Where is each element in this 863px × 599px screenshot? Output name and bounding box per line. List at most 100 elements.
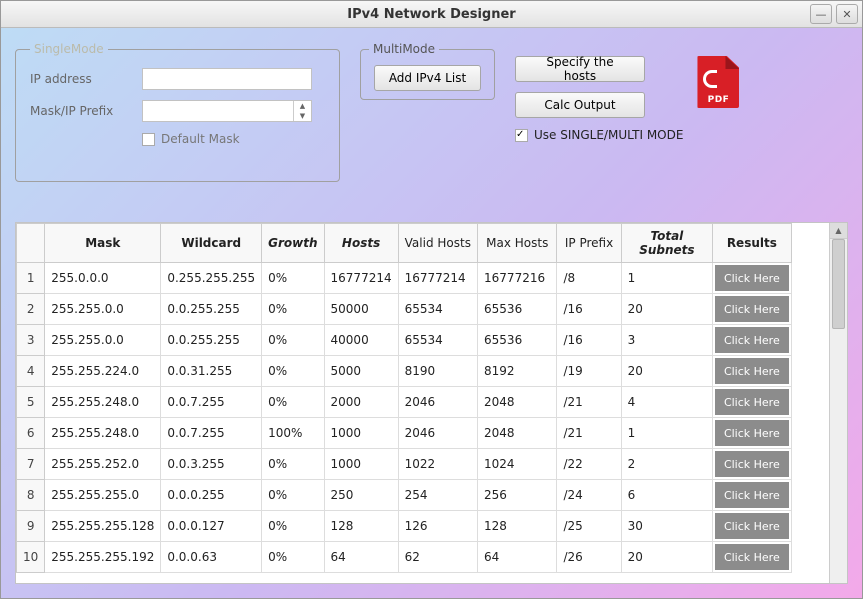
default-mask-checkbox[interactable] (142, 133, 155, 146)
window-title: IPv4 Network Designer (347, 7, 515, 22)
cell-valid-hosts: 62 (398, 542, 477, 573)
cell-valid-hosts: 1022 (398, 449, 477, 480)
click-here-button[interactable]: Click Here (715, 420, 788, 446)
row-number: 9 (17, 511, 45, 542)
cell-wildcard: 0.0.7.255 (161, 387, 262, 418)
cell-growth: 0% (262, 356, 324, 387)
specify-hosts-button[interactable]: Specify the hosts (515, 56, 645, 82)
cell-mask: 255.255.248.0 (45, 387, 161, 418)
col-results[interactable]: Results (713, 224, 791, 263)
cell-hosts: 128 (324, 511, 398, 542)
table-row[interactable]: 3255.255.0.00.0.255.2550%400006553465536… (17, 325, 829, 356)
col-mask[interactable]: Mask (45, 224, 161, 263)
cell-ip-prefix: /8 (557, 263, 621, 294)
click-here-button[interactable]: Click Here (715, 544, 788, 570)
col-hosts[interactable]: Hosts (324, 224, 398, 263)
titlebar: IPv4 Network Designer — ✕ (1, 1, 862, 28)
cell-wildcard: 0.0.7.255 (161, 418, 262, 449)
default-mask-label: Default Mask (161, 132, 240, 146)
table-row[interactable]: 10255.255.255.1920.0.0.630%646264/2620Cl… (17, 542, 829, 573)
add-ipv4-list-button[interactable]: Add IPv4 List (374, 65, 481, 91)
table-row[interactable]: 7255.255.252.00.0.3.2550%100010221024/22… (17, 449, 829, 480)
row-number: 4 (17, 356, 45, 387)
calc-output-button[interactable]: Calc Output (515, 92, 645, 118)
cell-hosts: 50000 (324, 294, 398, 325)
select-spinner-icon[interactable]: ▲▼ (293, 101, 311, 121)
scroll-thumb[interactable] (832, 239, 845, 329)
ip-address-label: IP address (30, 72, 130, 86)
vertical-scrollbar[interactable]: ▲ (829, 223, 847, 583)
pdf-icon[interactable]: PDF (697, 56, 739, 108)
cell-wildcard: 0.0.0.63 (161, 542, 262, 573)
col-wildcard[interactable]: Wildcard (161, 224, 262, 263)
click-here-button[interactable]: Click Here (715, 296, 788, 322)
click-here-button[interactable]: Click Here (715, 482, 788, 508)
click-here-button[interactable]: Click Here (715, 451, 788, 477)
single-mode-legend: SingleMode (30, 42, 108, 56)
cell-max-hosts: 128 (478, 511, 557, 542)
cell-growth: 100% (262, 418, 324, 449)
click-here-button[interactable]: Click Here (715, 358, 788, 384)
cell-mask: 255.0.0.0 (45, 263, 161, 294)
cell-max-hosts: 2048 (478, 387, 557, 418)
col-max-hosts[interactable]: Max Hosts (478, 224, 557, 263)
cell-wildcard: 0.0.31.255 (161, 356, 262, 387)
col-total-subnets[interactable]: Total Subnets (621, 224, 713, 263)
cell-growth: 0% (262, 480, 324, 511)
click-here-button[interactable]: Click Here (715, 513, 788, 539)
multi-mode-group: MultiMode Add IPv4 List (360, 42, 495, 100)
cell-mask: 255.255.224.0 (45, 356, 161, 387)
cell-wildcard: 0.0.0.255 (161, 480, 262, 511)
cell-valid-hosts: 65534 (398, 325, 477, 356)
close-button[interactable]: ✕ (836, 4, 858, 24)
table-row[interactable]: 2255.255.0.00.0.255.2550%500006553465536… (17, 294, 829, 325)
cell-growth: 0% (262, 542, 324, 573)
cell-hosts: 250 (324, 480, 398, 511)
row-number: 5 (17, 387, 45, 418)
cell-total-subnets: 1 (621, 263, 713, 294)
cell-mask: 255.255.255.128 (45, 511, 161, 542)
scroll-up-icon[interactable]: ▲ (830, 223, 847, 239)
cell-growth: 0% (262, 449, 324, 480)
cell-ip-prefix: /22 (557, 449, 621, 480)
cell-growth: 0% (262, 387, 324, 418)
cell-hosts: 1000 (324, 449, 398, 480)
cell-growth: 0% (262, 263, 324, 294)
cell-hosts: 2000 (324, 387, 398, 418)
cell-mask: 255.255.248.0 (45, 418, 161, 449)
table-row[interactable]: 4255.255.224.00.0.31.2550%500081908192/1… (17, 356, 829, 387)
table-row[interactable]: 5255.255.248.00.0.7.2550%200020462048/21… (17, 387, 829, 418)
row-number: 10 (17, 542, 45, 573)
click-here-button[interactable]: Click Here (715, 389, 788, 415)
table-row[interactable]: 8255.255.255.00.0.0.2550%250254256/246Cl… (17, 480, 829, 511)
ip-address-input[interactable] (142, 68, 312, 90)
cell-total-subnets: 3 (621, 325, 713, 356)
cell-mask: 255.255.0.0 (45, 294, 161, 325)
results-table: Mask Wildcard Growth Hosts Valid Hosts M… (16, 223, 829, 573)
cell-ip-prefix: /24 (557, 480, 621, 511)
cell-ip-prefix: /19 (557, 356, 621, 387)
col-growth[interactable]: Growth (262, 224, 324, 263)
cell-max-hosts: 65536 (478, 294, 557, 325)
cell-max-hosts: 1024 (478, 449, 557, 480)
cell-ip-prefix: /25 (557, 511, 621, 542)
table-row[interactable]: 6255.255.248.00.0.7.255100%100020462048/… (17, 418, 829, 449)
table-row[interactable]: 1255.0.0.00.255.255.2550%167772141677721… (17, 263, 829, 294)
click-here-button[interactable]: Click Here (715, 265, 788, 291)
cell-mask: 255.255.252.0 (45, 449, 161, 480)
minimize-button[interactable]: — (810, 4, 832, 24)
cell-total-subnets: 20 (621, 356, 713, 387)
col-ip-prefix[interactable]: IP Prefix (557, 224, 621, 263)
click-here-button[interactable]: Click Here (715, 327, 788, 353)
cell-hosts: 5000 (324, 356, 398, 387)
mask-prefix-select[interactable]: ▲▼ (142, 100, 312, 122)
row-number: 1 (17, 263, 45, 294)
use-mode-checkbox[interactable] (515, 129, 528, 142)
cell-ip-prefix: /21 (557, 418, 621, 449)
cell-max-hosts: 64 (478, 542, 557, 573)
table-row[interactable]: 9255.255.255.1280.0.0.1270%128126128/253… (17, 511, 829, 542)
cell-total-subnets: 20 (621, 294, 713, 325)
cell-max-hosts: 16777216 (478, 263, 557, 294)
col-valid-hosts[interactable]: Valid Hosts (398, 224, 477, 263)
cell-mask: 255.255.255.192 (45, 542, 161, 573)
